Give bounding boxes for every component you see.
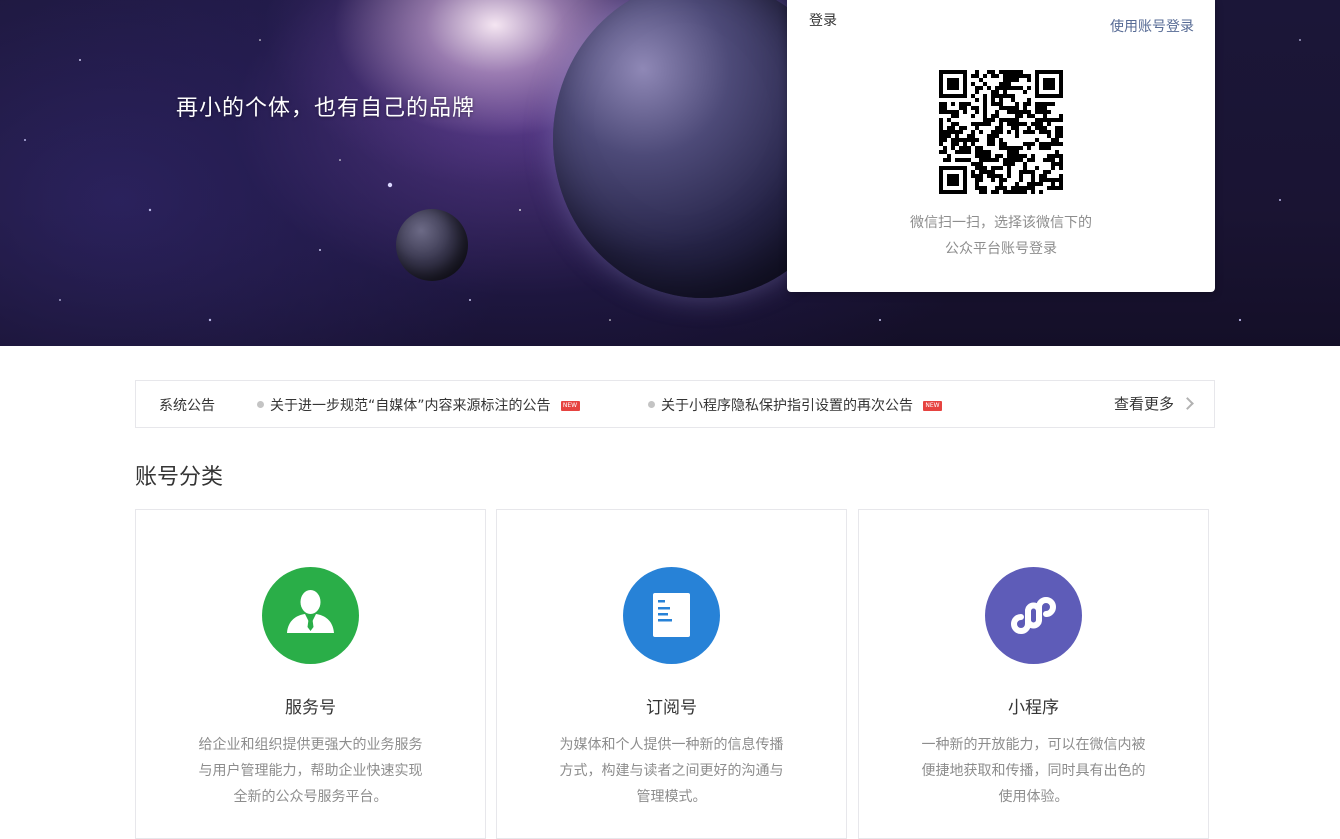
category-card-service-account[interactable]: 服务号 给企业和组织提供更强大的业务服务 与用户管理能力，帮助企业快速实现 全新… xyxy=(135,509,486,839)
qr-tip-line: 公众平台账号登录 xyxy=(945,241,1057,257)
card-title: 小程序 xyxy=(1008,698,1059,718)
desc-line: 便捷地获取和传播，同时具有出色的 xyxy=(921,763,1146,779)
card-description: 一种新的开放能力，可以在微信内被 便捷地获取和传播，同时具有出色的 使用体验。 xyxy=(899,732,1168,810)
qr-code xyxy=(939,70,1063,194)
notice-item-text: 关于进一步规范“自媒体”内容来源标注的公告 xyxy=(270,398,551,414)
qr-scan-tip: 微信扫一扫，选择该微信下的 公众平台账号登录 xyxy=(787,210,1215,262)
new-badge-icon: NEW xyxy=(560,401,580,411)
desc-line: 使用体验。 xyxy=(998,789,1069,805)
user-icon xyxy=(262,567,359,664)
miniprogram-icon xyxy=(985,567,1082,664)
bullet-dot-icon xyxy=(257,401,264,408)
desc-line: 与用户管理能力，帮助企业快速实现 xyxy=(198,763,423,779)
notice-item[interactable]: 关于进一步规范“自媒体”内容来源标注的公告 NEW xyxy=(257,395,580,415)
category-card-subscription-account[interactable]: 订阅号 为媒体和个人提供一种新的信息传播 方式，构建与读者之间更好的沟通与 管理… xyxy=(496,509,847,839)
desc-line: 全新的公众号服务平台。 xyxy=(233,789,388,805)
view-more-label: 查看更多 xyxy=(1113,395,1174,413)
desc-line: 管理模式。 xyxy=(636,789,707,805)
card-description: 为媒体和个人提供一种新的信息传播 方式，构建与读者之间更好的沟通与 管理模式。 xyxy=(537,732,806,810)
account-login-link[interactable]: 使用账号登录 xyxy=(1110,16,1194,36)
chevron-right-icon xyxy=(1181,397,1194,410)
document-icon xyxy=(623,567,720,664)
new-badge-icon: NEW xyxy=(923,401,942,411)
notice-item[interactable]: 关于小程序隐私保护指引设置的再次公告 NEW xyxy=(648,395,942,415)
desc-line: 给企业和组织提供更强大的业务服务 xyxy=(198,737,423,753)
desc-line: 方式，构建与读者之间更好的沟通与 xyxy=(559,763,784,779)
system-notice-bar: 系统公告 关于进一步规范“自媒体”内容来源标注的公告 NEW 关于小程序隐私保护指… xyxy=(135,380,1215,428)
view-more-link[interactable]: 查看更多 xyxy=(1113,393,1194,414)
notice-item-text: 关于小程序隐私保护指引设置的再次公告 xyxy=(661,398,913,414)
card-title: 订阅号 xyxy=(646,698,697,718)
small-planet xyxy=(396,209,468,281)
desc-line: 一种新的开放能力，可以在微信内被 xyxy=(921,737,1146,753)
card-title: 服务号 xyxy=(285,698,336,718)
category-card-mini-program[interactable]: 小程序 一种新的开放能力，可以在微信内被 便捷地获取和传播，同时具有出色的 使用… xyxy=(858,509,1209,839)
section-title: 账号分类 xyxy=(135,465,224,490)
card-description: 给企业和组织提供更强大的业务服务 与用户管理能力，帮助企业快速实现 全新的公众号… xyxy=(176,732,445,810)
notice-label: 系统公告 xyxy=(159,398,215,414)
qr-tip-line: 微信扫一扫，选择该微信下的 xyxy=(910,215,1092,231)
hero-slogan: 再小的个体，也有自己的品牌 xyxy=(176,96,476,121)
login-title: 登录 xyxy=(809,13,837,29)
login-panel: 登录 使用账号登录 微信扫一扫，选择该微信下的 公众平台账号登录 xyxy=(787,0,1215,292)
desc-line: 为媒体和个人提供一种新的信息传播 xyxy=(559,737,784,753)
bullet-dot-icon xyxy=(648,401,655,408)
